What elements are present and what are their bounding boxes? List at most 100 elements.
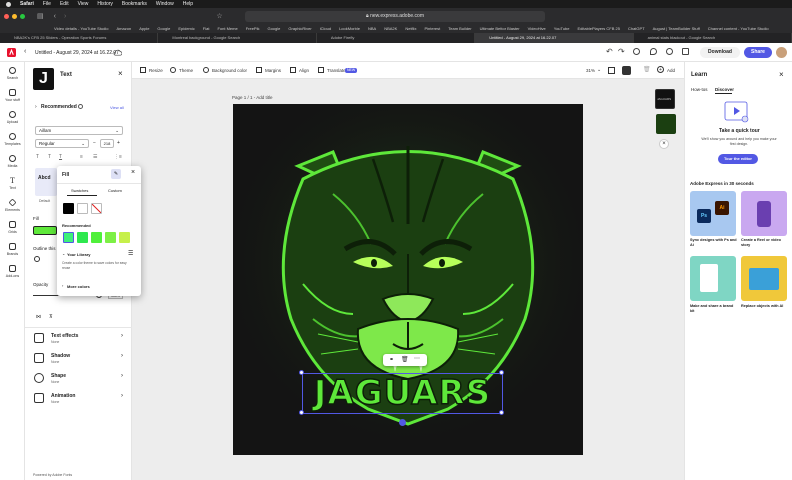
adobe-express-logo[interactable] — [7, 48, 16, 57]
browser-tab[interactable]: animal stats blackout - Google Search — [634, 33, 792, 43]
learn-card-title[interactable]: Replace objects with AI — [741, 304, 789, 309]
back-arrow-icon[interactable]: ‹ — [54, 13, 56, 20]
add-button[interactable]: Add — [667, 68, 675, 73]
background-color-button[interactable]: Background color — [212, 68, 247, 73]
favorite-link[interactable]: FreePik — [246, 26, 260, 31]
rail-media[interactable]: Media — [0, 155, 25, 168]
increase-size-icon[interactable]: + — [117, 140, 120, 146]
translate-button[interactable]: Translate — [327, 68, 346, 73]
text-effects-row[interactable]: Text effects None › — [25, 330, 132, 347]
rail-add-ons[interactable]: Add-ons — [0, 265, 25, 278]
page-title-label[interactable]: Page 1 / 1 - Add title — [232, 95, 273, 100]
recommended-heading[interactable]: Recommended — [41, 104, 77, 110]
align-center-icon[interactable]: ≡ — [80, 154, 83, 160]
favorite-link[interactable]: ChatGPT — [628, 26, 645, 31]
text-underline-icon[interactable]: T — [59, 154, 62, 160]
theme-button[interactable]: Theme — [179, 68, 193, 73]
favorite-link[interactable]: August | TeamBuilder Stuff — [653, 26, 700, 31]
color-swatch[interactable] — [77, 232, 88, 243]
learn-card-image[interactable] — [741, 256, 787, 301]
browser-tab-active[interactable]: Untitled - August 29, 2024 at 16.22.07 — [475, 33, 634, 43]
view-all-link[interactable]: View all — [110, 105, 124, 110]
font-size-input[interactable]: 218 — [100, 139, 114, 148]
align-button[interactable]: Align — [299, 68, 309, 73]
link-icon[interactable]: ⚭ — [389, 356, 394, 363]
tab-custom[interactable]: Custom — [108, 188, 122, 193]
menu-edit[interactable]: Edit — [60, 1, 69, 7]
outline-toggle[interactable] — [34, 256, 40, 262]
decrease-size-icon[interactable]: − — [93, 140, 96, 146]
rail-upload[interactable]: Upload — [0, 111, 25, 124]
close-icon[interactable]: × — [659, 139, 669, 149]
share-button[interactable]: Share — [744, 47, 772, 58]
browser-tab[interactable]: Montreal background - Google Search — [158, 33, 317, 43]
color-swatch[interactable] — [77, 203, 88, 214]
grid-view-icon[interactable] — [608, 67, 615, 74]
learn-card-image[interactable] — [690, 256, 736, 301]
menu-help[interactable]: Help — [183, 1, 193, 7]
favorite-link[interactable]: GraphicRiver — [288, 26, 311, 31]
favorite-link[interactable]: Epidemic — [178, 26, 194, 31]
your-library-heading[interactable]: Your Library — [67, 252, 91, 257]
margins-button[interactable]: Margins — [265, 68, 281, 73]
download-button[interactable]: Download — [700, 47, 740, 58]
favorite-link[interactable]: Video details - YouTube Studio — [54, 26, 109, 31]
animation-row[interactable]: Animation None › — [25, 390, 132, 407]
color-swatch[interactable] — [91, 232, 102, 243]
trash-icon[interactable]: 🗑︎ — [401, 356, 409, 363]
avatar[interactable] — [776, 47, 787, 58]
chevron-down-icon[interactable]: ⌄ — [597, 67, 601, 73]
zoom-window-button[interactable] — [20, 13, 25, 19]
resize-handle[interactable] — [299, 410, 304, 415]
rail-elements[interactable]: Elements — [0, 198, 25, 212]
address-bar[interactable]: 🔒︎ new.express.adobe.com — [245, 11, 545, 22]
info-icon[interactable] — [78, 104, 83, 109]
redo-icon[interactable]: ↷ — [618, 47, 625, 56]
favorite-link[interactable]: Netflix — [405, 26, 416, 31]
color-swatch[interactable] — [119, 232, 130, 243]
tab-swatches[interactable]: Swatches — [71, 188, 88, 193]
color-swatch[interactable] — [63, 232, 74, 243]
resize-handle[interactable] — [499, 370, 504, 375]
color-swatch[interactable] — [105, 232, 116, 243]
rotate-handle[interactable] — [399, 419, 406, 426]
favorite-link[interactable]: Flat — [203, 26, 210, 31]
favorite-link[interactable]: NBA2K — [384, 26, 397, 31]
favorite-link[interactable]: Google — [267, 26, 280, 31]
tab-how-tos[interactable]: How-tos — [691, 87, 708, 92]
back-chevron-icon[interactable]: ‹ — [24, 48, 26, 55]
learn-card-title[interactable]: Create a Reel or video story — [741, 238, 789, 248]
favorite-link[interactable]: iCloud — [320, 26, 331, 31]
learn-card-image[interactable] — [741, 191, 787, 236]
rail-templates[interactable]: Templates — [0, 133, 25, 146]
forward-arrow-icon[interactable]: › — [64, 13, 66, 20]
favorite-link[interactable]: Google — [157, 26, 170, 31]
rail-grids[interactable]: Grids — [0, 221, 25, 234]
resize-handle[interactable] — [499, 410, 504, 415]
menu-history[interactable]: History — [97, 1, 113, 7]
close-icon[interactable]: × — [131, 169, 135, 176]
menu-window[interactable]: Window — [156, 1, 174, 7]
menu-view[interactable]: View — [78, 1, 89, 7]
spacing-icon[interactable]: ⋮≡ — [114, 154, 122, 160]
resize-button[interactable]: Resize — [149, 68, 163, 73]
learn-card-image[interactable]: Ps Ai — [690, 191, 736, 236]
tour-editor-button[interactable]: Tour the editor — [718, 154, 758, 164]
favorite-link[interactable]: Ultimate Bettor Blaster — [480, 26, 520, 31]
undo-icon[interactable]: ↶ — [606, 47, 613, 56]
rail-text[interactable]: T Text — [0, 177, 25, 191]
favorite-link[interactable]: VideoHive — [528, 26, 546, 31]
rail-search[interactable]: Search — [0, 67, 25, 80]
learn-card-title[interactable]: Make and share a brand kit — [690, 304, 738, 314]
favorite-link[interactable]: Apple — [139, 26, 149, 31]
flip-vertical-icon[interactable]: ⊼ — [49, 314, 53, 320]
menu-bookmarks[interactable]: Bookmarks — [122, 1, 147, 7]
browser-tab[interactable]: NBA2K's CFB 25 Sliders - Operation Sport… — [0, 33, 159, 43]
artboard[interactable]: JAGUARS ⚭ 🗑︎ ⋯ — [233, 104, 583, 455]
favorite-link[interactable]: Team Builder — [448, 26, 471, 31]
favorite-link[interactable]: Font Meme — [217, 26, 237, 31]
shadow-row[interactable]: Shadow None › — [25, 350, 132, 367]
document-title[interactable]: Untitled - August 29, 2024 at 16.22.07 — [35, 50, 119, 56]
apple-icon[interactable] — [6, 1, 11, 7]
favorite-link[interactable]: LookMorble — [339, 26, 360, 31]
